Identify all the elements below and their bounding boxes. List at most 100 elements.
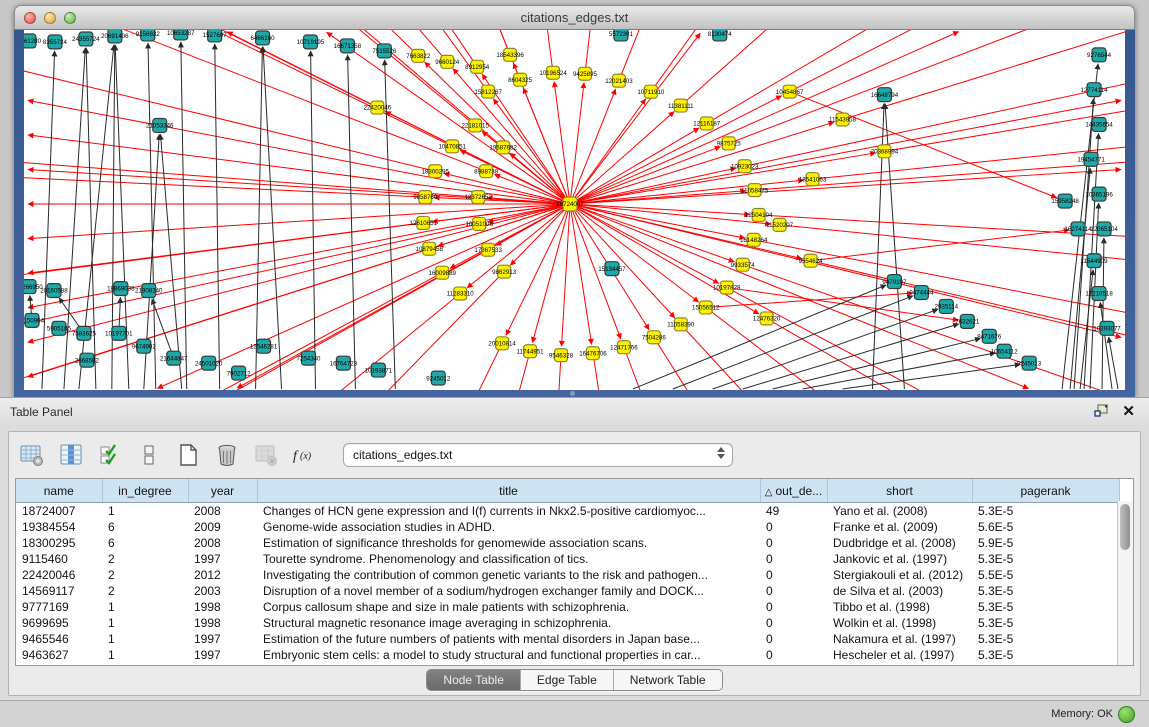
new-table-icon[interactable] — [173, 440, 203, 470]
table-cell[interactable]: 0 — [760, 551, 827, 567]
table-cell[interactable]: Changes of HCN gene expression and I(f) … — [257, 503, 760, 520]
table-cell[interactable]: 5.3E-5 — [972, 647, 1119, 663]
table-cell[interactable]: 1997 — [188, 551, 257, 567]
table-cell[interactable]: 0 — [760, 583, 827, 599]
table-cell[interactable]: Investigating the contribution of common… — [257, 567, 760, 583]
table-cell[interactable]: 1 — [102, 503, 188, 520]
table-cell[interactable]: de Silva et al. (2003) — [827, 583, 972, 599]
table-cell[interactable]: 0 — [760, 615, 827, 631]
table-cell[interactable]: 0 — [760, 535, 827, 551]
delete-rows-icon[interactable] — [212, 440, 242, 470]
column-header-year[interactable]: year — [188, 479, 257, 503]
table-cell[interactable]: Estimation of the future numbers of pati… — [257, 631, 760, 647]
table-row[interactable]: 946554611997Estimation of the future num… — [16, 631, 1119, 647]
table-cell[interactable]: Stergiakouli et al. (2012) — [827, 567, 972, 583]
table-cell[interactable]: 1 — [102, 615, 188, 631]
row-selection-icon[interactable] — [95, 440, 125, 470]
close-panel-icon[interactable]: ✕ — [1122, 402, 1135, 420]
tab-network-table[interactable]: Network Table — [614, 670, 722, 690]
table-cell[interactable]: 6 — [102, 519, 188, 535]
table-cell[interactable]: Jankovic et al. (1997) — [827, 551, 972, 567]
table-cell[interactable]: 2 — [102, 583, 188, 599]
vertical-scrollbar[interactable] — [1117, 501, 1133, 665]
table-cell[interactable]: 2012 — [188, 567, 257, 583]
table-cell[interactable]: Tibbo et al. (1998) — [827, 599, 972, 615]
table-cell[interactable]: 0 — [760, 647, 827, 663]
table-cell[interactable]: Wolkin et al. (1998) — [827, 615, 972, 631]
merge-rows-icon[interactable] — [134, 440, 164, 470]
tab-node-table[interactable]: Node Table — [427, 670, 521, 690]
table-cell[interactable]: 9465546 — [16, 631, 102, 647]
table-cell[interactable]: 6 — [102, 535, 188, 551]
table-cell[interactable]: 1998 — [188, 599, 257, 615]
table-cell[interactable]: Estimation of significance thresholds fo… — [257, 535, 760, 551]
network-table-selector[interactable]: citations_edges.txt — [343, 443, 733, 467]
table-cell[interactable]: Hescheler et al. (1997) — [827, 647, 972, 663]
table-cell[interactable]: 1 — [102, 599, 188, 615]
table-cell[interactable]: 14569117 — [16, 583, 102, 599]
table-cell[interactable]: 9777169 — [16, 599, 102, 615]
table-cell[interactable]: 5.3E-5 — [972, 583, 1119, 599]
table-cell[interactable]: 2009 — [188, 519, 257, 535]
table-cell[interactable]: 9699695 — [16, 615, 102, 631]
memory-status-icon[interactable] — [1118, 706, 1135, 723]
table-cell[interactable]: 18724007 — [16, 503, 102, 520]
table-cell[interactable]: 5.3E-5 — [972, 631, 1119, 647]
table-cell[interactable]: 18300295 — [16, 535, 102, 551]
table-cell[interactable]: Franke et al. (2009) — [827, 519, 972, 535]
table-cell[interactable]: 2008 — [188, 503, 257, 520]
table-row[interactable]: 1938455462009Genome-wide association stu… — [16, 519, 1119, 535]
table-row[interactable]: 1456911722003Disruption of a novel membe… — [16, 583, 1119, 599]
table-cell[interactable]: 5.3E-5 — [972, 615, 1119, 631]
tab-edge-table[interactable]: Edge Table — [521, 670, 614, 690]
table-cell[interactable]: 5.3E-5 — [972, 551, 1119, 567]
table-cell[interactable]: Corpus callosum shape and size in male p… — [257, 599, 760, 615]
table-cell[interactable]: Disruption of a novel member of a sodium… — [257, 583, 760, 599]
table-cell[interactable]: 1997 — [188, 631, 257, 647]
table-cell[interactable]: 9115460 — [16, 551, 102, 567]
table-cell[interactable]: Yano et al. (2008) — [827, 503, 972, 520]
table-cell[interactable]: 5.3E-5 — [972, 503, 1119, 520]
column-header-pagerank[interactable]: pagerank — [972, 479, 1119, 503]
scrollbar-thumb[interactable] — [1120, 504, 1130, 550]
table-row[interactable]: 2242004622012Investigating the contribut… — [16, 567, 1119, 583]
table-row[interactable]: 1872400712008Changes of HCN gene express… — [16, 503, 1119, 520]
table-row[interactable]: 977716911998Corpus callosum shape and si… — [16, 599, 1119, 615]
table-cell[interactable]: 49 — [760, 503, 827, 520]
column-header-title[interactable]: title — [257, 479, 760, 503]
table-cell[interactable]: 1997 — [188, 647, 257, 663]
column-header-name[interactable]: name — [16, 479, 102, 503]
network-canvas[interactable]: 2661280835572424355724206914069156632106… — [24, 30, 1125, 390]
table-cell[interactable]: 1998 — [188, 615, 257, 631]
table-row[interactable]: 969969511998Structural magnetic resonanc… — [16, 615, 1119, 631]
table-row[interactable]: 946362711997Embryonic stem cells: a mode… — [16, 647, 1119, 663]
table-cell[interactable]: Genome-wide association studies in ADHD. — [257, 519, 760, 535]
table-cell[interactable]: 2003 — [188, 583, 257, 599]
table-row[interactable]: 1830029562008Estimation of significance … — [16, 535, 1119, 551]
column-header-short[interactable]: short — [827, 479, 972, 503]
table-cell[interactable]: 5.5E-5 — [972, 567, 1119, 583]
resize-grip[interactable] — [570, 391, 575, 396]
table-cell[interactable]: 22420046 — [16, 567, 102, 583]
table-cell[interactable]: Tourette syndrome. Phenomenology and cla… — [257, 551, 760, 567]
table-cell[interactable]: 5.9E-5 — [972, 535, 1119, 551]
table-settings-icon[interactable] — [17, 440, 47, 470]
table-cell[interactable]: 2 — [102, 567, 188, 583]
table-cell[interactable]: Nakamura et al. (1997) — [827, 631, 972, 647]
table-cell[interactable]: Structural magnetic resonance image aver… — [257, 615, 760, 631]
table-cell[interactable]: 9463627 — [16, 647, 102, 663]
table-cell[interactable]: 19384554 — [16, 519, 102, 535]
column-header-out_de[interactable]: △out_de... — [760, 479, 827, 503]
table-cell[interactable]: 2 — [102, 551, 188, 567]
table-row[interactable]: 911546021997Tourette syndrome. Phenomeno… — [16, 551, 1119, 567]
column-chooser-icon[interactable] — [56, 440, 86, 470]
table-cell[interactable]: 5.3E-5 — [972, 599, 1119, 615]
table-cell[interactable]: 1 — [102, 647, 188, 663]
table-cell[interactable]: Embryonic stem cells: a model to study s… — [257, 647, 760, 663]
function-builder-icon[interactable]: f(x) — [290, 440, 320, 470]
table-cell[interactable]: 0 — [760, 631, 827, 647]
column-header-in_degree[interactable]: in_degree — [102, 479, 188, 503]
table-cell[interactable]: 5.6E-5 — [972, 519, 1119, 535]
window-titlebar[interactable]: citations_edges.txt — [14, 5, 1135, 30]
table-cell[interactable]: Dudbridge et al. (2008) — [827, 535, 972, 551]
